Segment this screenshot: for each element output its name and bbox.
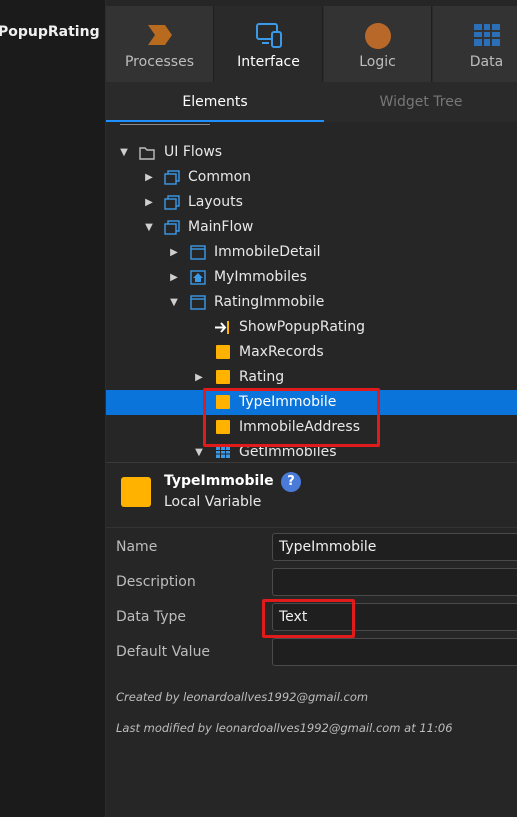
- element-type: Local Variable: [164, 494, 262, 510]
- tree-item-label: RatingImmobile: [214, 294, 325, 310]
- tree-item-mainflow[interactable]: ▼ MainFlow: [106, 215, 517, 240]
- interface-panel: Processes Interface Logic Data Elements …: [106, 0, 517, 817]
- chevron-down-icon[interactable]: ▼: [118, 140, 130, 165]
- divider: [106, 527, 517, 528]
- help-icon[interactable]: ?: [281, 472, 301, 492]
- tree-item-ui-flows[interactable]: ▼ UI Flows: [106, 140, 517, 165]
- created-by-text: Created by leonardoallves1992@gmail.com: [116, 690, 369, 704]
- home-screen-icon: [190, 270, 206, 285]
- tab-logic-label: Logic: [359, 54, 396, 70]
- tree-scroll-cut-row: [120, 122, 210, 125]
- chevron-down-icon[interactable]: ▼: [143, 215, 155, 240]
- tab-logic[interactable]: Logic: [324, 6, 432, 82]
- highlight-box: [262, 599, 355, 638]
- modified-by-text: Last modified by leonardoallves1992@gmai…: [116, 721, 453, 735]
- chevron-right-icon[interactable]: ▶: [168, 240, 180, 265]
- tree-item-label: MainFlow: [188, 219, 254, 235]
- tree-item-ratingimmobile[interactable]: ▼ RatingImmobile: [106, 290, 517, 315]
- left-panel: PopupRating: [0, 0, 106, 817]
- chevron-right-icon[interactable]: ▶: [193, 365, 205, 390]
- data-icon: [473, 24, 500, 46]
- screen-icon: [190, 245, 206, 260]
- default-value-label: Default Value: [116, 644, 211, 660]
- local-variable-icon: [216, 370, 230, 384]
- tree-item-myimmobiles[interactable]: ▶ MyImmobiles: [106, 265, 517, 290]
- tree-item-showpopuprating[interactable]: ShowPopupRating: [106, 315, 517, 340]
- processes-icon: [147, 25, 172, 45]
- tree-item-label: Layouts: [188, 194, 243, 210]
- tab-widget-tree[interactable]: Widget Tree: [325, 82, 517, 122]
- highlight-box: [203, 388, 380, 447]
- aggregate-icon: [216, 447, 230, 458]
- tree-item-layouts[interactable]: ▶ Layouts: [106, 190, 517, 215]
- sub-tabs: Elements Widget Tree: [106, 82, 517, 123]
- tree-item-label: ImmobileDetail: [214, 244, 321, 260]
- flow-icon: [164, 220, 180, 235]
- logic-icon: [364, 23, 391, 49]
- interface-icon: [255, 23, 282, 48]
- folder-icon: [139, 147, 155, 160]
- chevron-right-icon[interactable]: ▶: [143, 190, 155, 215]
- local-variable-icon: [121, 477, 151, 507]
- tab-processes-label: Processes: [124, 54, 194, 70]
- chevron-down-icon[interactable]: ▼: [168, 290, 180, 315]
- tree-item-label: Rating: [239, 369, 285, 385]
- input-parameter-icon: [215, 321, 229, 334]
- description-field[interactable]: [272, 568, 517, 596]
- tree-item-common[interactable]: ▶ Common: [106, 165, 517, 190]
- tree-item-maxrecords[interactable]: MaxRecords: [106, 340, 517, 365]
- chevron-right-icon[interactable]: ▶: [168, 265, 180, 290]
- local-variable-icon: [216, 345, 230, 359]
- tree-item-label: MyImmobiles: [214, 269, 307, 285]
- default-value-field[interactable]: [272, 638, 517, 666]
- screen-icon: [190, 295, 206, 310]
- tab-elements[interactable]: Elements: [106, 82, 324, 122]
- flow-icon: [164, 170, 180, 185]
- tab-interface[interactable]: Interface: [215, 6, 323, 82]
- element-name: TypeImmobile: [164, 473, 274, 489]
- tab-data-label: Data: [469, 54, 504, 70]
- description-label: Description: [116, 574, 196, 590]
- tree-item-rating[interactable]: ▶ Rating: [106, 365, 517, 390]
- data-type-label: Data Type: [116, 609, 187, 625]
- flow-icon: [164, 195, 180, 210]
- tree-item-label: Common: [188, 169, 252, 185]
- tab-processes[interactable]: Processes: [106, 6, 214, 82]
- chevron-right-icon[interactable]: ▶: [143, 165, 155, 190]
- popup-title: PopupRating: [0, 24, 100, 40]
- main-tabs: Processes Interface Logic Data: [106, 6, 517, 82]
- elements-tree: ▼ UI Flows ▶ Common ▶ Layouts ▼ MainFlow…: [106, 122, 517, 462]
- tab-data[interactable]: Data: [433, 6, 517, 82]
- tab-interface-label: Interface: [237, 54, 300, 70]
- tree-item-label: MaxRecords: [239, 344, 324, 360]
- properties-panel: TypeImmobile ? Local Variable Name TypeI…: [106, 462, 517, 817]
- tree-item-label: ShowPopupRating: [239, 319, 366, 335]
- tree-item-label: UI Flows: [164, 144, 223, 160]
- name-label: Name: [116, 539, 158, 555]
- name-field[interactable]: TypeImmobile: [272, 533, 517, 561]
- tree-item-immobiledetail[interactable]: ▶ ImmobileDetail: [106, 240, 517, 265]
